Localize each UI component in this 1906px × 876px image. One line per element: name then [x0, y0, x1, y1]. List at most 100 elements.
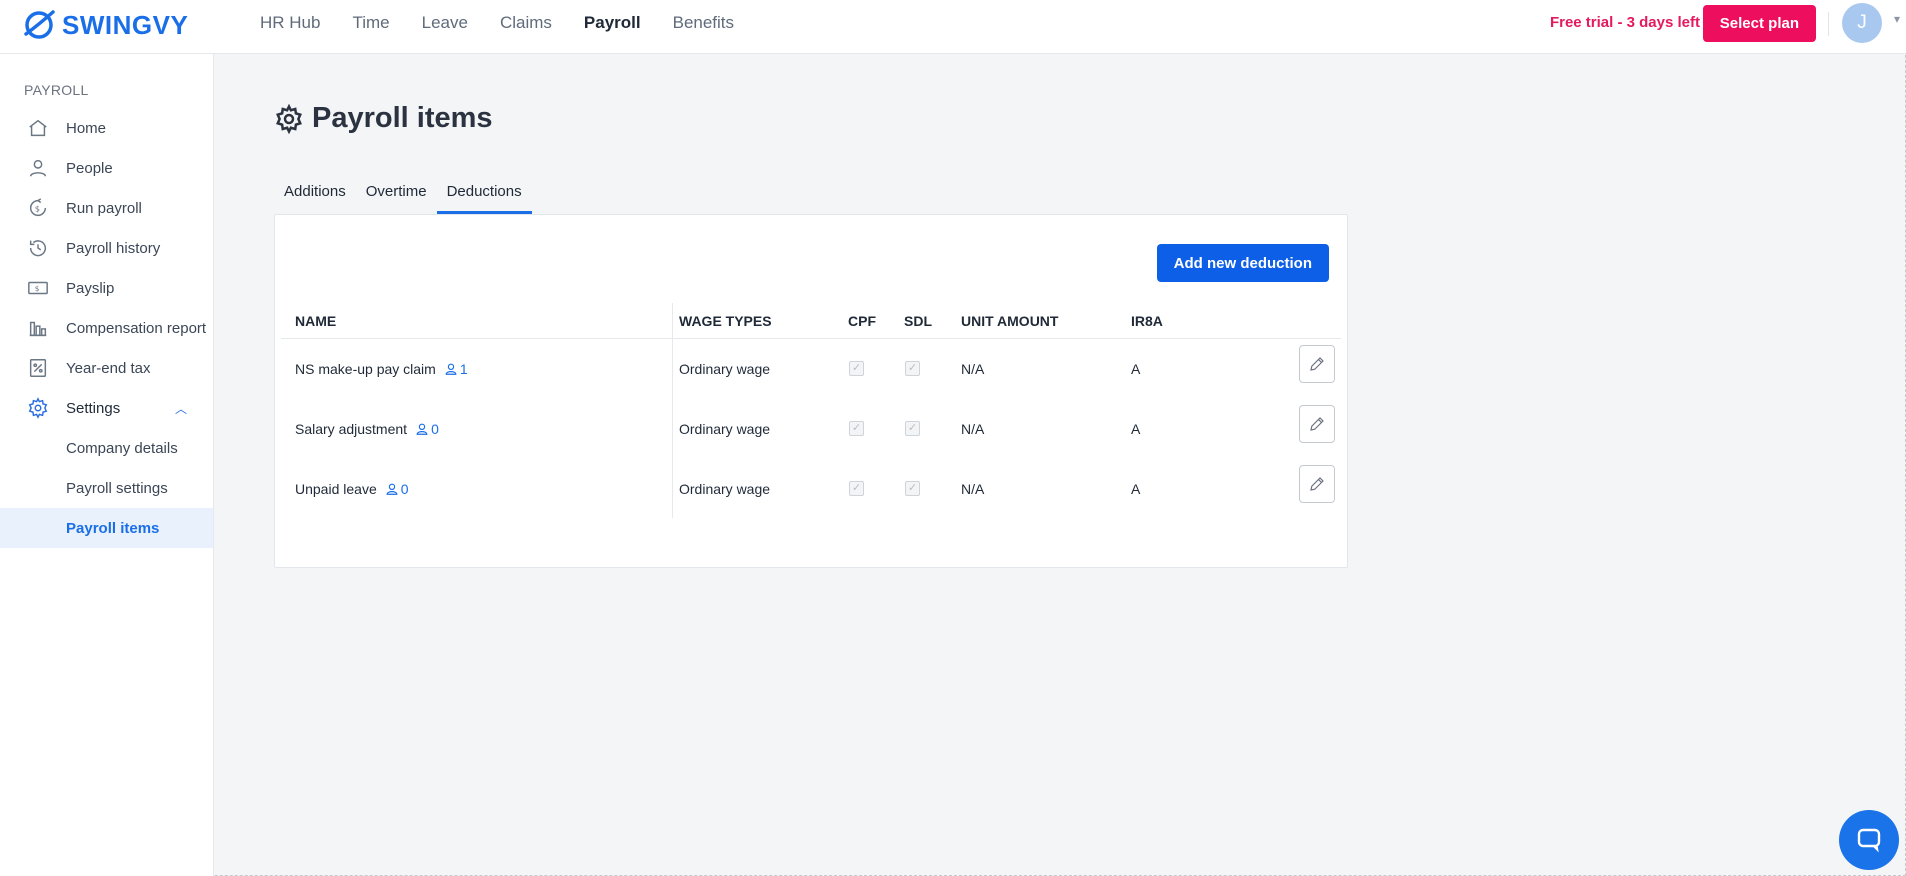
sdl-checkbox: ✓: [905, 481, 920, 496]
svg-text:$: $: [35, 284, 40, 293]
sidebar-item-label: Compensation report: [66, 319, 207, 337]
column-header-ir8a: IR8A: [1131, 313, 1163, 329]
sdl-checkbox: ✓: [905, 361, 920, 376]
sidebar-item-home[interactable]: Home: [0, 108, 213, 148]
sidebar-item-label: Payroll settings: [66, 479, 168, 497]
free-trial-notice[interactable]: Free trial - 3 days left: [1550, 14, 1700, 31]
top-navigation-bar: SWINGVY HR Hub Time Leave Claims Payroll…: [0, 0, 1906, 54]
sidebar-item-label: Year-end tax: [66, 359, 151, 377]
table-row: Unpaid leave 0 Ordinary wage ✓ ✓ N/A A: [281, 459, 1341, 519]
dollar-clock-icon: $: [27, 197, 49, 219]
page-title: Payroll items: [274, 102, 493, 135]
chevron-up-icon[interactable]: ︿: [175, 400, 187, 417]
column-header-sdl: SDL: [904, 313, 932, 329]
select-plan-button[interactable]: Select plan: [1702, 5, 1816, 42]
assigned-count-value: 1: [459, 361, 468, 377]
sidebar-item-label: Home: [66, 119, 107, 137]
wage-type-cell: Ordinary wage: [679, 361, 771, 377]
deduction-name: Unpaid leave: [295, 481, 377, 497]
pencil-icon: [1310, 417, 1324, 431]
sidebar-item-run-payroll[interactable]: $ Run payroll: [0, 188, 213, 228]
row-name-cell: NS make-up pay claim 1: [295, 361, 468, 377]
percent-doc-icon: [27, 357, 49, 379]
column-header-name: NAME: [295, 313, 337, 329]
sidebar-item-payroll-history[interactable]: Payroll history: [0, 228, 213, 268]
unit-amount-cell: N/A: [961, 481, 985, 497]
sidebar-item-label: People: [66, 159, 113, 177]
avatar-caret-icon[interactable]: ▾: [1894, 12, 1900, 26]
edit-button[interactable]: [1299, 465, 1335, 503]
sidebar-item-label: Settings: [66, 399, 121, 417]
header-divider: [1828, 12, 1829, 36]
unit-amount-cell: N/A: [961, 421, 985, 437]
user-avatar[interactable]: J: [1842, 3, 1882, 43]
gear-icon: [276, 103, 302, 134]
assigned-people-count[interactable]: 1: [444, 361, 468, 377]
sidebar-item-label: Payroll history: [66, 239, 161, 257]
tab-additions[interactable]: Additions: [274, 182, 356, 214]
cpf-checkbox: ✓: [849, 421, 864, 436]
tab-overtime[interactable]: Overtime: [356, 182, 437, 214]
table-row: NS make-up pay claim 1 Ordinary wage ✓ ✓…: [281, 339, 1341, 399]
sidebar-item-settings[interactable]: Settings ︿: [0, 388, 213, 428]
ir8a-cell: A: [1131, 481, 1141, 497]
pencil-icon: [1310, 477, 1324, 491]
sidebar-item-payslip[interactable]: $ Payslip: [0, 268, 213, 308]
nav-leave[interactable]: Leave: [422, 13, 468, 33]
swingvy-logo-icon: [24, 10, 55, 39]
assigned-count-value: 0: [431, 421, 439, 437]
edit-button[interactable]: [1299, 405, 1335, 443]
swingvy-logo[interactable]: SWINGVY: [22, 8, 188, 42]
person-icon: [386, 483, 398, 495]
home-icon: [27, 117, 49, 139]
sdl-checkbox: ✓: [905, 421, 920, 436]
assigned-count-value: 0: [400, 481, 409, 497]
ir8a-cell: A: [1131, 361, 1141, 377]
nav-benefits[interactable]: Benefits: [673, 13, 734, 33]
unit-amount-cell: N/A: [961, 361, 985, 377]
sidebar-item-payroll-items[interactable]: Payroll items: [0, 508, 213, 548]
nav-hr-hub[interactable]: HR Hub: [260, 13, 320, 33]
add-new-deduction-button[interactable]: Add new deduction: [1156, 244, 1329, 282]
history-icon: [27, 237, 49, 259]
payroll-items-tabs: Additions Overtime Deductions: [274, 182, 532, 214]
wage-type-cell: Ordinary wage: [679, 421, 771, 437]
sidebar-item-people[interactable]: People: [0, 148, 213, 188]
nav-payroll[interactable]: Payroll: [584, 13, 641, 33]
sidebar-item-compensation-report[interactable]: Compensation report: [0, 308, 213, 348]
pencil-icon: [1310, 357, 1324, 371]
payslip-icon: $: [27, 277, 49, 299]
svg-text:$: $: [35, 204, 40, 214]
sidebar-item-company-details[interactable]: Company details: [0, 428, 213, 468]
sidebar-heading: PAYROLL: [24, 82, 89, 98]
sidebar: PAYROLL Home People $ Run payroll Payrol…: [0, 54, 214, 876]
deduction-name: NS make-up pay claim: [295, 361, 436, 377]
table-header: NAME WAGE TYPES CPF SDL UNIT AMOUNT IR8A: [281, 303, 1341, 339]
tab-deductions[interactable]: Deductions: [436, 182, 532, 214]
nav-claims[interactable]: Claims: [500, 13, 552, 33]
column-header-cpf: CPF: [848, 313, 876, 329]
sidebar-item-year-end-tax[interactable]: Year-end tax: [0, 348, 213, 388]
person-icon: [416, 423, 428, 435]
deductions-card: Add new deduction NAME WAGE TYPES CPF SD…: [274, 214, 1348, 568]
edit-button[interactable]: [1299, 345, 1335, 383]
cpf-checkbox: ✓: [849, 481, 864, 496]
person-icon: [445, 363, 457, 375]
sidebar-item-label: Run payroll: [66, 199, 142, 217]
sidebar-item-payroll-settings[interactable]: Payroll settings: [0, 468, 213, 508]
person-icon: [27, 157, 49, 179]
main-content: Payroll items Additions Overtime Deducti…: [214, 54, 1906, 876]
ir8a-cell: A: [1131, 421, 1141, 437]
wage-type-cell: Ordinary wage: [679, 481, 771, 497]
brand-name: SWINGVY: [62, 9, 189, 40]
sidebar-item-label: Payslip: [66, 279, 115, 297]
bar-chart-icon: [27, 317, 49, 339]
assigned-people-count[interactable]: 0: [385, 481, 409, 497]
cpf-checkbox: ✓: [849, 361, 864, 376]
sidebar-item-label: Company details: [66, 439, 178, 457]
assigned-people-count[interactable]: 0: [415, 421, 439, 437]
gear-icon: [27, 397, 49, 419]
main-nav: HR Hub Time Leave Claims Payroll Benefit…: [260, 0, 734, 46]
chat-support-button[interactable]: [1839, 810, 1899, 870]
nav-time[interactable]: Time: [352, 13, 389, 33]
